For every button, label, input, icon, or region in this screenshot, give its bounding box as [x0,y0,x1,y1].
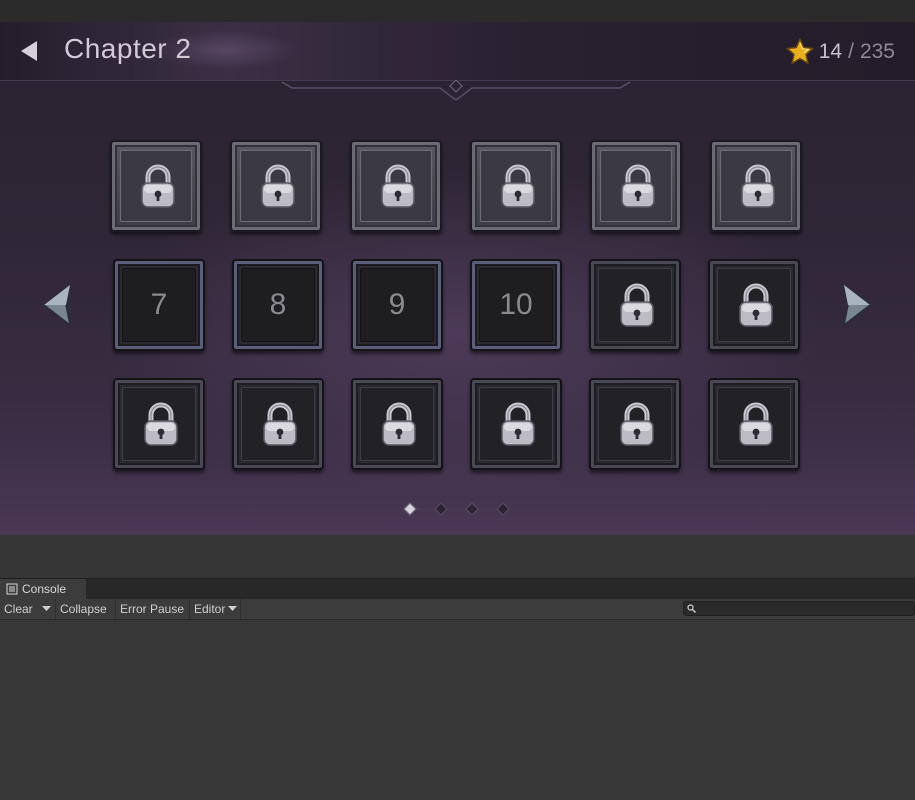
header-ornament [281,80,631,101]
padlock-icon [621,164,655,208]
locked-level-button[interactable] [350,140,442,232]
level-number: 8 [269,288,287,321]
level-number: 10 [499,288,533,321]
locked-level-button[interactable] [110,140,202,232]
level-number: 7 [150,288,168,321]
chapter-title: Chapter 2 [64,33,192,64]
stars-total: 235 [859,40,895,63]
back-arrow-icon [21,41,37,61]
stars-earned: 14 [818,40,843,63]
clear-label: Clear [4,602,33,616]
padlock-icon [620,402,654,446]
search-icon [687,604,696,613]
page-dot[interactable] [434,502,448,516]
padlock-icon [739,402,773,446]
padlock-icon [501,164,535,208]
back-button[interactable] [16,38,42,64]
page-dot[interactable] [496,502,510,516]
editor-top-strip [0,0,915,22]
prev-page-arrow[interactable] [42,283,74,327]
padlock-icon [741,164,775,208]
padlock-icon [739,283,773,327]
locked-level-button[interactable] [113,378,205,470]
padlock-icon [261,164,295,208]
level-button[interactable]: 10 [470,259,562,351]
padlock-icon [141,164,175,208]
locked-level-button[interactable] [590,140,682,232]
level-button[interactable]: 7 [113,259,205,351]
level-button[interactable]: 9 [351,259,443,351]
editor-spacer [0,535,915,578]
right-arrow-icon [842,283,872,327]
locked-level-button[interactable] [232,378,324,470]
editor-dropdown[interactable]: Editor [190,599,241,619]
page-dot[interactable] [465,502,479,516]
console-tab-label: Console [22,582,67,596]
padlock-icon [620,283,654,327]
stars-separator: / [848,40,854,63]
console-search[interactable] [683,601,915,616]
console-tab[interactable]: Console [0,579,86,600]
locked-level-button[interactable] [470,378,562,470]
console-log-area [0,620,915,800]
locked-level-button[interactable] [589,378,681,470]
padlock-icon [144,402,178,446]
locked-level-button[interactable] [710,140,802,232]
chevron-down-icon [228,606,237,611]
padlock-icon [381,164,415,208]
game-view: Chapter 2 14 / 235 7 8 9 10 [0,22,915,535]
console-toolbar: Clear Collapse Error Pause Editor [0,599,915,620]
collapse-button[interactable]: Collapse [56,599,116,619]
search-input[interactable] [698,602,908,615]
console-icon [6,583,18,595]
padlock-icon [501,402,535,446]
star-counter: 14 / 235 [785,38,895,65]
locked-level-button[interactable] [351,378,443,470]
padlock-icon [382,402,416,446]
locked-level-button[interactable] [708,259,800,351]
error-pause-button[interactable]: Error Pause [116,599,190,619]
locked-level-button[interactable] [230,140,322,232]
chapter-header: Chapter 2 14 / 235 [0,22,915,81]
page-dot-active[interactable] [403,502,417,516]
locked-level-button[interactable] [589,259,681,351]
star-icon [785,38,814,65]
page-indicator [403,502,510,516]
padlock-icon [263,402,297,446]
locked-level-button[interactable] [708,378,800,470]
next-page-arrow[interactable] [840,283,872,327]
editor-label: Editor [194,602,226,616]
clear-button[interactable]: Clear [0,599,56,619]
locked-level-button[interactable] [470,140,562,232]
level-number: 9 [388,288,406,321]
chevron-down-icon[interactable] [42,606,51,612]
console-tabbar: Console [0,578,915,600]
left-arrow-icon [42,283,72,327]
level-button[interactable]: 8 [232,259,324,351]
